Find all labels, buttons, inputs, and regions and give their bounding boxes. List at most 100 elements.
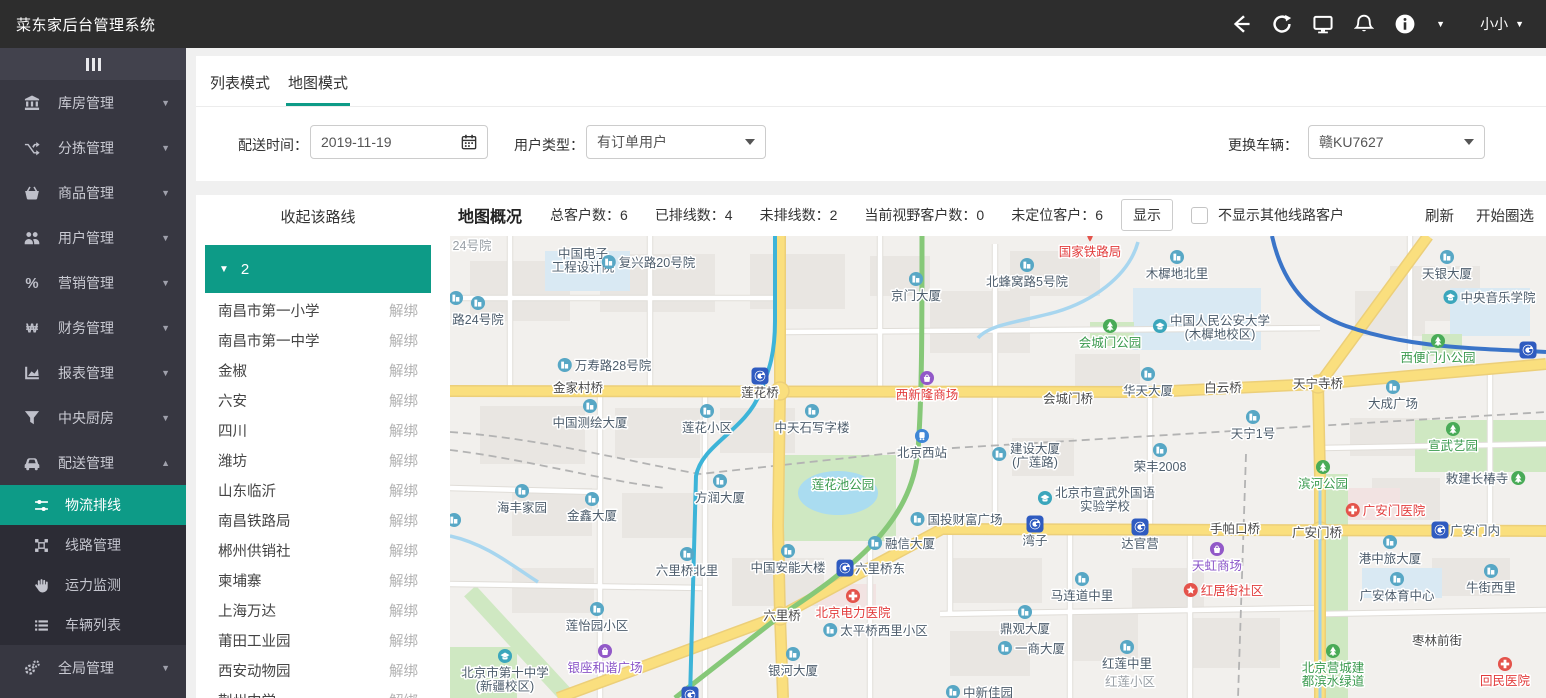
customer-name: 南昌市第一小学 bbox=[218, 300, 320, 321]
unbind-button[interactable]: 解绑 bbox=[389, 480, 418, 501]
vehicle-select[interactable]: 赣KU7627 bbox=[1308, 125, 1485, 159]
map-poi-label[interactable]: 金家村桥 bbox=[553, 380, 604, 395]
svg-text:北京营城建都滨水绿道: 北京营城建都滨水绿道 bbox=[1302, 661, 1365, 689]
unbind-button[interactable]: 解绑 bbox=[389, 510, 418, 531]
map-canvas[interactable]: 24号院中国电子工程设计院复兴路20号院路24号院京门大厦北蜂窝路5号院国家铁路… bbox=[450, 236, 1546, 698]
sidebar-item-分拣管理[interactable]: 分拣管理▼ bbox=[0, 125, 186, 170]
start-select-button[interactable]: 开始圈选 bbox=[1476, 205, 1534, 226]
unbind-button[interactable]: 解绑 bbox=[389, 450, 418, 471]
unbind-button[interactable]: 解绑 bbox=[389, 660, 418, 681]
sidebar-item-用户管理[interactable]: 用户管理▼ bbox=[0, 215, 186, 260]
map-overview-bar: 地图概况 总客户数：6已排线数：4未排线数：2当前视野客户数：0未定位客户：6 … bbox=[450, 195, 1546, 235]
map-poi-label[interactable]: 白云桥 bbox=[1204, 380, 1242, 395]
svg-text:太平桥西里小区: 太平桥西里小区 bbox=[840, 623, 928, 638]
unbind-button[interactable]: 解绑 bbox=[389, 630, 418, 651]
map-poi-label[interactable]: 一商大厦 bbox=[998, 641, 1065, 656]
info-icon[interactable] bbox=[1395, 14, 1415, 34]
svg-text:国投财富广场: 国投财富广场 bbox=[927, 512, 1002, 527]
map-poi-label[interactable]: 莲花池公园 bbox=[812, 477, 875, 492]
shuffle-icon bbox=[24, 140, 40, 156]
bell-icon[interactable] bbox=[1354, 14, 1374, 34]
customer-name: 荆州中学 bbox=[218, 690, 276, 698]
unbind-button[interactable]: 解绑 bbox=[389, 300, 418, 321]
map-poi-label[interactable]: 广安门桥 bbox=[1292, 525, 1343, 540]
back-icon[interactable] bbox=[1231, 14, 1251, 34]
route-customer-row[interactable]: 四川解绑 bbox=[196, 415, 440, 445]
customer-name: 南昌市第一中学 bbox=[218, 330, 320, 351]
monitor-icon[interactable] bbox=[1313, 14, 1333, 34]
refresh-map-button[interactable]: 刷新 bbox=[1425, 205, 1454, 226]
finance-icon bbox=[24, 320, 40, 336]
map-poi-label[interactable]: 手帕口桥 bbox=[1210, 521, 1261, 536]
svg-text:天宁1号: 天宁1号 bbox=[1231, 426, 1275, 441]
unbind-button[interactable]: 解绑 bbox=[389, 360, 418, 381]
tab-map-mode[interactable]: 地图模式 bbox=[286, 72, 350, 106]
sidebar-item-财务管理[interactable]: 财务管理▼ bbox=[0, 305, 186, 350]
collapse-route-button[interactable]: 收起该路线 bbox=[196, 206, 440, 227]
svg-text:建设大厦(广莲路): 建设大厦(广莲路) bbox=[1010, 441, 1060, 470]
unbind-button[interactable]: 解绑 bbox=[389, 570, 418, 591]
map-poi-label[interactable]: 六里桥东 bbox=[837, 560, 906, 577]
route-customer-row[interactable]: 南昌市第一小学 解绑 bbox=[196, 295, 440, 325]
customer-name: 郴州供销社 bbox=[218, 540, 291, 561]
route-customer-row[interactable]: 六安解绑 bbox=[196, 385, 440, 415]
sidebar-item-营销管理[interactable]: 营销管理▼ bbox=[0, 260, 186, 305]
route-customer-row[interactable]: 柬埔寨解绑 bbox=[196, 565, 440, 595]
map-poi-icon[interactable] bbox=[1520, 342, 1537, 359]
unbind-button[interactable]: 解绑 bbox=[389, 330, 418, 351]
unbind-button[interactable]: 解绑 bbox=[389, 690, 418, 698]
sidebar-item-配送管理[interactable]: 配送管理▲ bbox=[0, 440, 186, 485]
route-customer-row[interactable]: 西安动物园解绑 bbox=[196, 655, 440, 685]
route-customer-row[interactable]: 莆田工业园解绑 bbox=[196, 625, 440, 655]
caret-down-icon[interactable]: ▼ bbox=[1436, 19, 1445, 29]
svg-text:天虹商场: 天虹商场 bbox=[1192, 558, 1242, 573]
route-customer-row[interactable]: 金椒解绑 bbox=[196, 355, 440, 385]
map-poi-label[interactable]: 会城门桥 bbox=[1043, 391, 1094, 406]
user-type-select[interactable]: 有订单用户 bbox=[586, 125, 766, 159]
refresh-icon[interactable] bbox=[1272, 14, 1292, 34]
sidebar-collapse-toggle[interactable] bbox=[0, 48, 186, 80]
sidebar-subitem-运力监测[interactable]: 运力监测 bbox=[0, 565, 186, 605]
route-customer-row[interactable]: 南昌铁路局解绑 bbox=[196, 505, 440, 535]
list-icon bbox=[34, 618, 49, 633]
sidebar-item-商品管理[interactable]: 商品管理▼ bbox=[0, 170, 186, 215]
unbind-button[interactable]: 解绑 bbox=[389, 420, 418, 441]
route-customer-row[interactable]: 上海万达解绑 bbox=[196, 595, 440, 625]
map-poi-label[interactable]: 枣林前街 bbox=[1412, 633, 1462, 648]
map-poi-label[interactable]: 24号院 bbox=[453, 239, 492, 253]
chevron-icon: ▼ bbox=[161, 98, 170, 108]
sidebar-subitem-车辆列表[interactable]: 车辆列表 bbox=[0, 605, 186, 645]
sidebar-subitem-线路管理[interactable]: 线路管理 bbox=[0, 525, 186, 565]
svg-text:方润大厦: 方润大厦 bbox=[695, 490, 745, 505]
unbind-button[interactable]: 解绑 bbox=[389, 600, 418, 621]
svg-text:万寿路28号院: 万寿路28号院 bbox=[575, 358, 652, 373]
map-poi-icon[interactable] bbox=[682, 687, 699, 698]
map-poi-label[interactable]: 广安门内 bbox=[1432, 522, 1501, 539]
show-button[interactable]: 显示 bbox=[1121, 199, 1173, 231]
delivery-time-input[interactable]: 2019-11-19 bbox=[310, 125, 488, 159]
unbind-button[interactable]: 解绑 bbox=[389, 390, 418, 411]
sidebar-item-报表管理[interactable]: 报表管理▼ bbox=[0, 350, 186, 395]
unbind-button[interactable]: 解绑 bbox=[389, 540, 418, 561]
sidebar-subitem-物流排线[interactable]: 物流排线 bbox=[0, 485, 186, 525]
tab-list-mode[interactable]: 列表模式 bbox=[208, 72, 272, 106]
sidebar-item-库房管理[interactable]: 库房管理▼ bbox=[0, 80, 186, 125]
map-poi-label[interactable]: 红莲小区 bbox=[1105, 674, 1155, 689]
sidebar-item-中央厨房[interactable]: 中央厨房▼ bbox=[0, 395, 186, 440]
route-customer-row[interactable]: 潍坊解绑 bbox=[196, 445, 440, 475]
map-poi-label[interactable]: 融信大厦 bbox=[868, 536, 935, 551]
hide-other-routes-checkbox[interactable] bbox=[1191, 207, 1208, 224]
map-poi-label[interactable]: 六里桥 bbox=[763, 609, 801, 623]
sidebar-item-全局管理[interactable]: 全局管理▼ bbox=[0, 645, 186, 690]
route-customer-row[interactable]: 山东临沂解绑 bbox=[196, 475, 440, 505]
route-customer-row[interactable]: 荆州中学 解绑 bbox=[196, 685, 440, 698]
svg-text:莲花小区: 莲花小区 bbox=[682, 420, 732, 435]
route-group-header[interactable]: ▼ 2 bbox=[205, 245, 431, 293]
user-menu[interactable]: 小小 ▼ bbox=[1480, 14, 1524, 34]
map-poi-label[interactable]: 中新佳园 bbox=[946, 685, 1013, 698]
route-customer-row[interactable]: 南昌市第一中学 解绑 bbox=[196, 325, 440, 355]
svg-text:大成广场: 大成广场 bbox=[1368, 397, 1418, 411]
route-customer-row[interactable]: 郴州供销社 解绑 bbox=[196, 535, 440, 565]
calendar-icon bbox=[461, 134, 477, 150]
map-poi-label[interactable]: 天宁寺桥 bbox=[1293, 376, 1344, 391]
